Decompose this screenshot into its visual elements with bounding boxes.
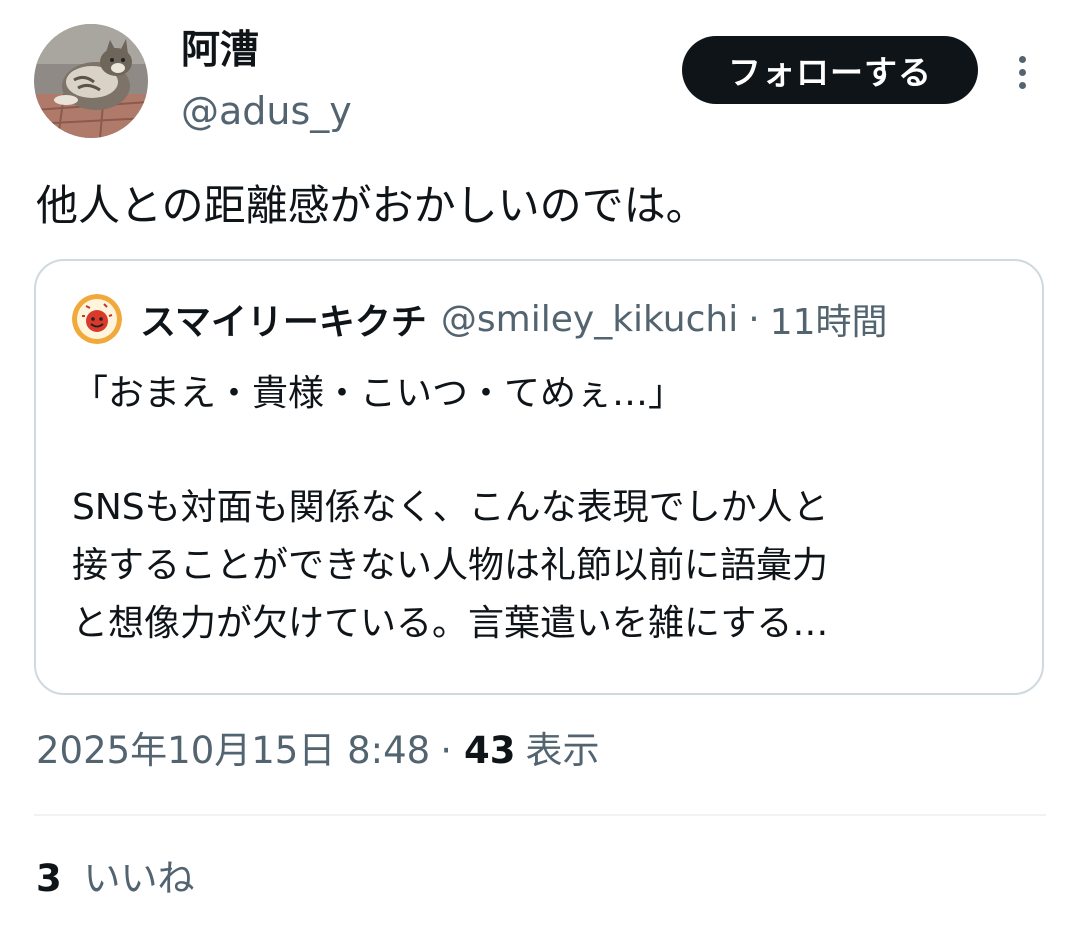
cat-photo-icon [34,24,148,138]
quote-author-name[interactable]: スマイリーキクチ [140,293,427,345]
views-count: 43 [463,729,516,772]
tweet-meta: 2025年10月15日 8:48 · 43 表示 [36,724,599,778]
quote-text: 「おまえ・貴様・こいつ・てめぇ…」 SNSも対面も関係なく、こんな表現でしか人と… [72,365,829,653]
tweet-text: 他人との距離感がおかしいのでは。 [36,181,708,230]
quote-author-handle[interactable]: @smiley_kikuchi [441,299,738,340]
tweet-timestamp[interactable]: 2025年10月15日 8:48 [36,724,430,778]
likes-count: 3 [36,857,62,900]
likes-stat[interactable]: 3 いいね [36,852,195,906]
quote-header: スマイリーキクチ @smiley_kikuchi · 11時間 [140,293,888,345]
quote-text-line: と想像力が欠けている。言葉遣いを雑にする… [72,603,829,644]
author-avatar[interactable] [34,24,148,138]
quote-text-blank-line [72,423,829,479]
author-handle[interactable]: @adus_y [181,86,352,136]
more-vertical-icon[interactable] [1008,50,1038,94]
meta-separator: · [440,729,452,772]
quote-text-line: 「おまえ・貴様・こいつ・てめぇ…」 [72,373,685,414]
quote-timestamp[interactable]: 11時間 [770,293,888,345]
quote-text-line: 接することができない人物は礼節以前に語彙力 [72,545,829,586]
author-display-name[interactable]: 阿漕 [181,26,259,76]
quote-tweet-card[interactable]: スマイリーキクチ @smiley_kikuchi · 11時間 「おまえ・貴様・… [34,259,1044,695]
divider [34,814,1046,816]
quote-text-line: SNSも対面も関係なく、こんな表現でしか人と [72,487,829,528]
likes-label: いいね [83,857,195,900]
follow-button[interactable]: フォローする [682,36,978,104]
quote-author-avatar[interactable] [72,294,122,344]
quote-separator: · [748,298,760,340]
views-label: 表示 [525,729,600,772]
tweet-header: 阿漕 @adus_y フォローする [0,0,1080,150]
smiley-kikuchi-avatar-icon [72,294,122,344]
